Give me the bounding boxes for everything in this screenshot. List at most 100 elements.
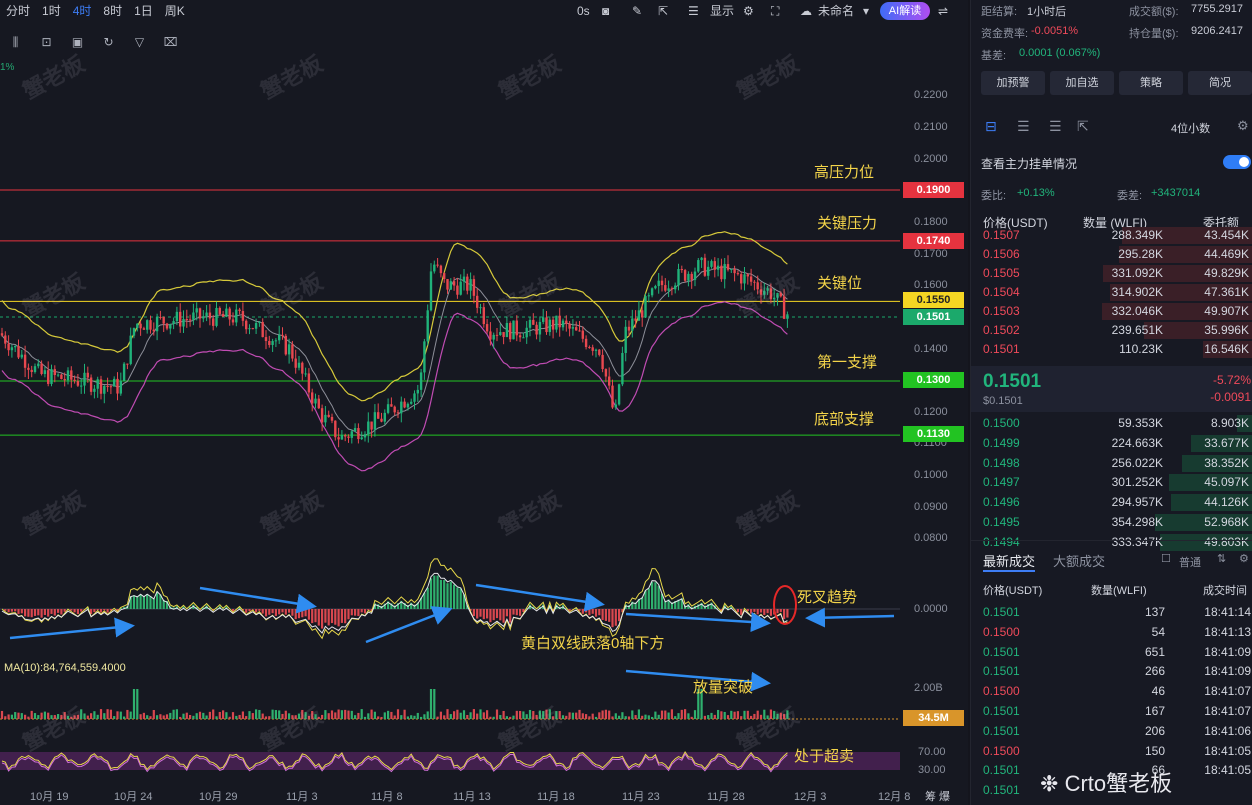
orderbook-row[interactable]: 0.1506 295.28K 44.469K xyxy=(971,245,1252,264)
candle-body xyxy=(129,335,132,364)
timeframe-option[interactable]: 1日 xyxy=(128,0,159,22)
main-orders-toggle[interactable] xyxy=(1223,155,1251,169)
orderbook-row[interactable]: 0.1505 331.092K 49.829K xyxy=(971,264,1252,283)
trade-row[interactable]: 0.1501 167 18:41:07 xyxy=(971,701,1252,721)
lock-icon[interactable]: ⊡ xyxy=(31,32,62,52)
chevron-down-icon[interactable]: ▾ xyxy=(863,0,869,22)
settings-icon[interactable]: ⚙ xyxy=(743,0,754,22)
candle-body xyxy=(452,281,456,286)
macd-bar xyxy=(53,609,56,616)
orderbook-row[interactable]: 0.1499 224.663K 33.677K xyxy=(971,434,1252,453)
funding-label: 资金费率: xyxy=(981,28,1029,40)
main-orders-link[interactable]: 查看主力挂单情况 xyxy=(981,155,1077,172)
ob-amount: 52.968K xyxy=(1204,515,1249,529)
candle-body xyxy=(324,414,327,423)
decimals-select[interactable]: 4位小数 xyxy=(1171,120,1210,136)
candle-body xyxy=(627,326,631,331)
ob-amount: 8.903K xyxy=(1210,416,1249,430)
orderbook-row[interactable]: 0.1500 59.353K 8.903K xyxy=(971,414,1252,433)
y-tick: 0.0800 xyxy=(914,532,948,544)
indicator-icon[interactable]: ☰ xyxy=(688,0,699,22)
chip-buttons[interactable]: 筹 爆 xyxy=(925,788,950,804)
overview-button[interactable]: 简况 xyxy=(1188,71,1252,95)
share-icon[interactable]: ⇌ xyxy=(938,0,948,22)
volume-bar xyxy=(43,711,46,719)
timeframe-option-active[interactable]: 4时 xyxy=(67,0,98,22)
candlestick-chart[interactable] xyxy=(0,0,968,805)
volume-bar xyxy=(532,711,535,719)
fullscreen-icon[interactable]: ⛶ xyxy=(771,0,779,22)
timeframe-option[interactable]: 8时 xyxy=(97,0,128,22)
orderbook-row[interactable]: 0.1504 314.902K 47.361K xyxy=(971,283,1252,302)
orderbook-row[interactable]: 0.1497 301.252K 45.097K xyxy=(971,473,1252,492)
ai-interpret-button[interactable]: AI解读 xyxy=(880,2,930,20)
orderbook-asks-icon[interactable]: ☰ xyxy=(1017,118,1030,135)
candle-body xyxy=(647,295,650,297)
volume-bar xyxy=(472,709,475,719)
settings-icon[interactable]: ⚙ xyxy=(1237,118,1249,134)
magnet-icon[interactable]: ↻ xyxy=(93,32,124,52)
candle-body xyxy=(165,323,169,329)
macd-bar xyxy=(453,584,456,609)
trade-row[interactable]: 0.1501 137 18:41:14 xyxy=(971,602,1252,622)
candle-body xyxy=(782,296,786,319)
candle-body xyxy=(466,276,469,291)
timeframe-option[interactable]: 周K xyxy=(159,0,191,22)
candle-body xyxy=(317,398,320,409)
cloud-icon[interactable]: ☁ xyxy=(800,0,812,22)
normal-checkbox[interactable]: ☐ xyxy=(1161,552,1171,565)
trade-row[interactable]: 0.1501 206 18:41:06 xyxy=(971,721,1252,741)
orderbook-row[interactable]: 0.1495 354.298K 52.968K xyxy=(971,513,1252,532)
trade-row[interactable]: 0.1501 651 18:41:09 xyxy=(971,642,1252,662)
orderbook-trades-icon[interactable]: ⇱ xyxy=(1077,118,1089,135)
orderbook-bids-icon[interactable]: ☰ xyxy=(1049,118,1062,135)
orderbook-row[interactable]: 0.1503 332.046K 49.907K xyxy=(971,302,1252,321)
edit-icon[interactable]: ▣ xyxy=(62,32,93,52)
candle-body xyxy=(703,257,707,276)
sort-icon[interactable]: ⇅ xyxy=(1217,552,1226,565)
orderbook-row[interactable]: 0.1507 288.349K 43.454K xyxy=(971,226,1252,245)
camera-icon[interactable]: ◙ xyxy=(602,0,609,22)
orderbook-row[interactable]: 0.1501 110.23K 16.546K xyxy=(971,340,1252,359)
layout-name[interactable]: 未命名 xyxy=(818,0,854,22)
chart-area[interactable]: 分时 1时 4时 8时 1日 周K 0s ◙ ✎ ⇱ ☰ 显示 ⚙ ⛶ ☁ 未命… xyxy=(0,0,968,805)
orderbook-row[interactable]: 0.1496 294.957K 44.126K xyxy=(971,493,1252,512)
macd-bar xyxy=(581,609,584,614)
orderbook-row[interactable]: 0.1502 239.651K 35.996K xyxy=(971,321,1252,340)
candle-body xyxy=(155,316,159,332)
trade-row[interactable]: 0.1500 150 18:41:05 xyxy=(971,741,1252,761)
alert-button[interactable]: 加预警 xyxy=(981,71,1045,95)
orderbook-both-icon[interactable]: ⊟ xyxy=(985,118,997,135)
macd-bar xyxy=(149,596,152,609)
ob-qty: 288.349K xyxy=(1111,228,1163,242)
settings-icon[interactable]: ⚙ xyxy=(1239,552,1249,565)
candle-body xyxy=(0,333,4,336)
watchlist-button[interactable]: 加自选 xyxy=(1050,71,1114,95)
trade-row[interactable]: 0.1501 266 18:41:09 xyxy=(971,661,1252,681)
orderbook-row[interactable]: 0.1494 333.347K 49.803K xyxy=(971,533,1252,552)
tab-big-trades[interactable]: 大额成交 xyxy=(1053,551,1105,570)
volume-bar xyxy=(667,712,670,719)
candle-body xyxy=(20,354,23,358)
candle-body xyxy=(297,362,301,368)
timeframe-option[interactable]: 分时 xyxy=(0,0,36,22)
candle-body xyxy=(106,385,109,387)
strategy-button[interactable]: 策略 xyxy=(1119,71,1183,95)
macd-bar xyxy=(291,609,294,616)
volume-bar xyxy=(519,710,522,719)
timeframe-option[interactable]: 1时 xyxy=(36,0,67,22)
filter-icon[interactable]: ▽ xyxy=(124,32,155,52)
pen-icon[interactable]: ✎ xyxy=(632,0,642,22)
candles-icon[interactable]: ⫼ xyxy=(0,32,31,52)
trade-row[interactable]: 0.1500 46 18:41:07 xyxy=(971,681,1252,701)
trash-icon[interactable]: ⌧ xyxy=(155,32,186,52)
macd-bar xyxy=(24,609,27,617)
display-button[interactable]: 显示 xyxy=(710,0,734,22)
volume-bar xyxy=(420,716,423,719)
orderbook-row[interactable]: 0.1498 256.022K 38.352K xyxy=(971,454,1252,473)
popout-icon[interactable]: ⇱ xyxy=(658,0,668,22)
trade-row[interactable]: 0.1500 54 18:41:13 xyxy=(971,622,1252,642)
tab-latest-trades[interactable]: 最新成交 xyxy=(983,551,1035,570)
candle-body xyxy=(169,323,172,329)
trade-header-qty[interactable]: 数量(WLFI) xyxy=(1091,582,1147,598)
